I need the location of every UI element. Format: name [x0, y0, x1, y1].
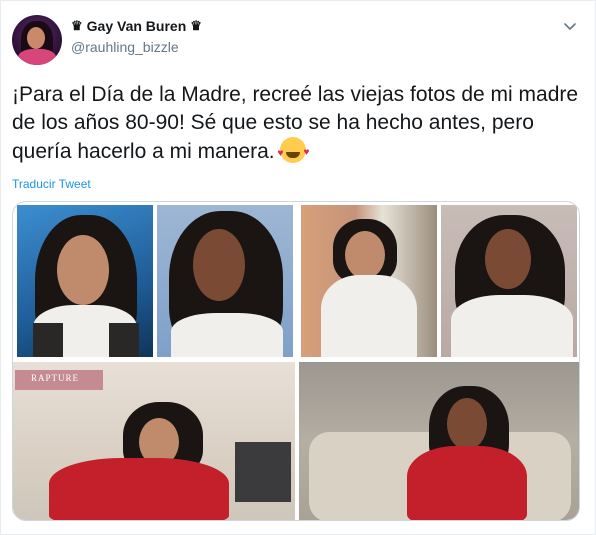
photo-2[interactable] — [157, 205, 293, 357]
tweet-card: ♛ Gay Van Buren ♛ @rauhling_bizzle ¡Para… — [0, 0, 596, 535]
media-grid: RAPTURE — [12, 201, 580, 521]
photo-1[interactable] — [17, 205, 153, 357]
chevron-down-icon[interactable] — [563, 19, 577, 33]
author-name[interactable]: Gay Van Buren — [87, 18, 187, 34]
avatar[interactable] — [12, 15, 62, 65]
crown-icon: ♛ — [71, 18, 83, 33]
author-name-row[interactable]: ♛ Gay Van Buren ♛ — [71, 18, 202, 34]
tweet-text: ¡Para el Día de la Madre, recreé las vie… — [12, 81, 587, 166]
photo-5[interactable]: RAPTURE — [13, 362, 295, 520]
crown-icon: ♛ — [190, 18, 202, 33]
author-handle[interactable]: @rauhling_bizzle — [71, 39, 179, 55]
poster-text: RAPTURE — [31, 373, 80, 383]
photo-6[interactable] — [299, 362, 579, 520]
translate-tweet-link[interactable]: Traducir Tweet — [12, 177, 91, 191]
photo-4[interactable] — [441, 205, 577, 357]
photo-3[interactable] — [301, 205, 437, 357]
smiling-face-with-hearts-icon: ♥ ♥ — [277, 137, 309, 163]
